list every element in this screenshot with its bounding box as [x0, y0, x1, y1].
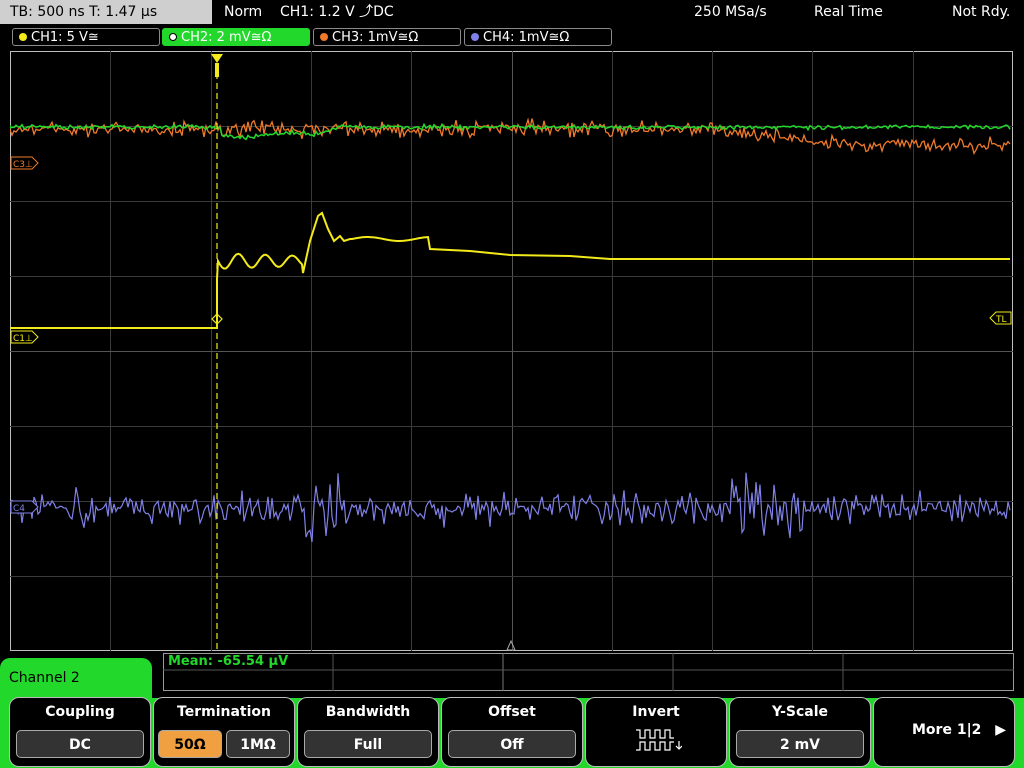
coupling-softkey[interactable]: Coupling DC [9, 697, 151, 767]
chip-label: CH4: 1mV≅Ω [483, 30, 570, 45]
ch1-dot-icon [19, 33, 27, 41]
mean-measurement: Mean: -65.54 µV [168, 654, 289, 669]
termination-1mohm[interactable]: 1MΩ [226, 730, 290, 758]
chip-label: CH2: 2 mV≅Ω [181, 30, 272, 45]
termination-50ohm[interactable]: 50Ω [158, 730, 222, 758]
acquisition-mode: Real Time [814, 4, 883, 20]
bandwidth-value[interactable]: Full [304, 730, 432, 758]
ch1-marker-label: C1⊥ [13, 334, 33, 344]
waveform-display[interactable]: C3⊥ C1⊥ C4 TL [10, 51, 1013, 651]
bandwidth-softkey[interactable]: Bandwidth Full [297, 697, 439, 767]
ch3-dot-icon [320, 33, 328, 41]
trigger-level-label: TL [995, 315, 1007, 325]
yscale-value[interactable]: 2 mV [736, 730, 864, 758]
trigger-readout[interactable]: CH1: 1.2 V ⤴DC [280, 0, 394, 24]
invert-title: Invert [632, 704, 680, 720]
yscale-title: Y-Scale [771, 704, 828, 720]
run-status[interactable]: Not Rdy. [952, 0, 1010, 24]
chip-label: CH1: 5 V≅ [31, 30, 99, 45]
channel-menu-title: Channel 2 [9, 670, 80, 686]
termination-softkey[interactable]: Termination 50Ω 1MΩ [153, 697, 295, 767]
bandwidth-title: Bandwidth [325, 704, 411, 720]
yscale-softkey[interactable]: Y-Scale 2 mV [729, 697, 871, 767]
timebase-readout[interactable]: TB: 500 ns T: 1.47 µs [0, 0, 212, 24]
ch3-marker-label: C3⊥ [13, 160, 33, 170]
channel-chip-ch4[interactable]: CH4: 1mV≅Ω [464, 28, 612, 46]
channel-chip-ch1[interactable]: CH1: 5 V≅ [12, 28, 160, 46]
offset-softkey[interactable]: Offset Off [441, 697, 583, 767]
trigger-marker-stem [215, 63, 219, 77]
sample-rate: 250 MSa/s [694, 4, 767, 20]
channel-menu-tab: Channel 2 [0, 658, 152, 698]
more-softkey[interactable]: More 1|2 ▶ [873, 697, 1015, 767]
ch2-dot-icon [169, 33, 177, 41]
play-arrow-icon: ▶ [995, 722, 1006, 738]
invert-waveform-icon [636, 729, 682, 751]
coupling-value[interactable]: DC [16, 730, 144, 758]
trigger-mode[interactable]: Norm [224, 0, 262, 24]
offset-value[interactable]: Off [448, 730, 576, 758]
ch4-dot-icon [471, 33, 479, 41]
offset-title: Offset [488, 704, 536, 720]
coupling-title: Coupling [45, 704, 115, 720]
channel-chip-ch2[interactable]: CH2: 2 mV≅Ω [162, 28, 310, 46]
invert-softkey[interactable]: Invert [585, 697, 727, 767]
channel-chip-ch3[interactable]: CH3: 1mV≅Ω [313, 28, 461, 46]
ch4-marker-label: C4 [13, 504, 25, 514]
more-label: More 1|2 [912, 722, 982, 738]
chip-label: CH3: 1mV≅Ω [332, 30, 419, 45]
measurement-bar[interactable] [163, 653, 1014, 691]
termination-title: Termination [177, 704, 271, 720]
